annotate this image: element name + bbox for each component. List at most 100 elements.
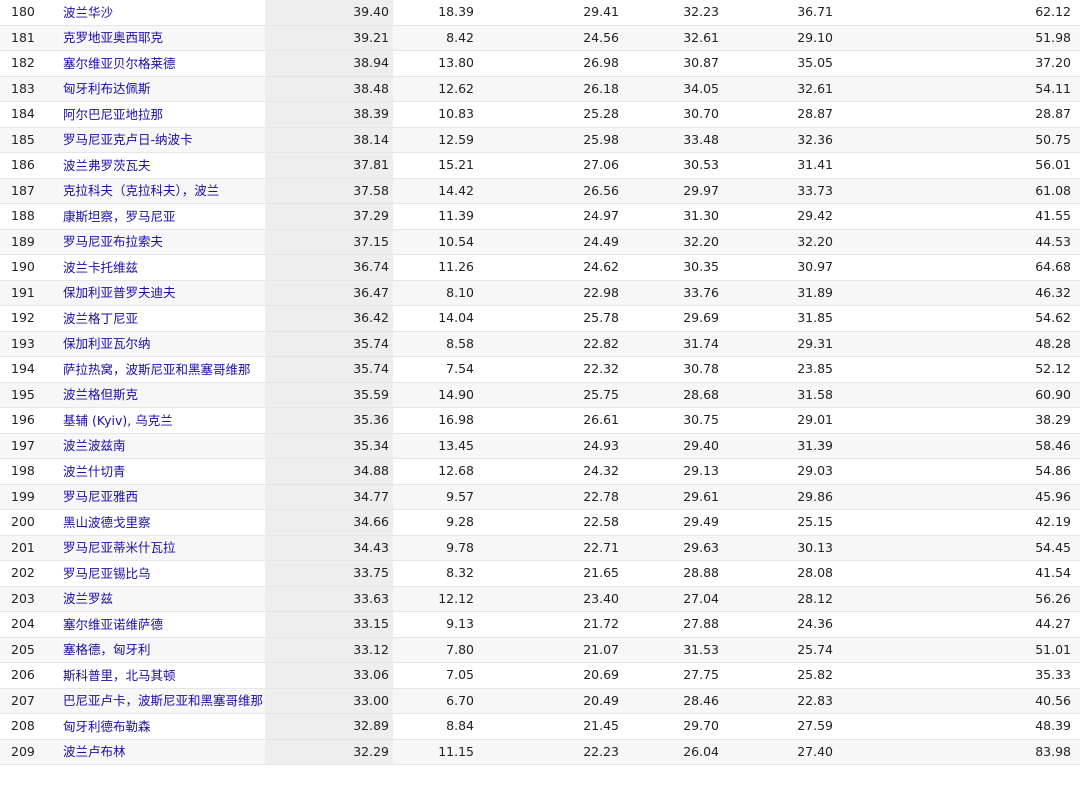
last-index-cell: 41.55: [833, 203, 1080, 230]
city-link[interactable]: 保加利亚普罗夫迪夫: [63, 285, 176, 300]
restaurant-index-cell: 31.53: [623, 637, 723, 663]
city-link[interactable]: 波兰弗罗茨瓦夫: [63, 158, 151, 173]
quality-of-life-index-cell: 35.59: [265, 382, 393, 408]
city-link[interactable]: 匈牙利德布勒森: [63, 719, 151, 734]
table-row: 199 罗马尼亚雅西 34.77 9.57 22.78 29.61 29.86 …: [0, 484, 1080, 510]
city-link[interactable]: 匈牙利布达佩斯: [63, 81, 151, 96]
city-link[interactable]: 波兰华沙: [63, 5, 113, 20]
city-link[interactable]: 波兰波兹南: [63, 438, 126, 453]
table-row: 183 匈牙利布达佩斯 38.48 12.62 26.18 34.05 32.6…: [0, 76, 1080, 102]
table-row: 201 罗马尼亚蒂米什瓦拉 34.43 9.78 22.71 29.63 30.…: [0, 535, 1080, 561]
table-row: 184 阿尔巴尼亚地拉那 38.39 10.83 25.28 30.70 28.…: [0, 101, 1080, 128]
rent-index-cell: 13.45: [393, 433, 478, 459]
table-body: 180 波兰华沙 39.40 18.39 29.41 32.23 36.71 6…: [0, 0, 1080, 765]
city-cell: 匈牙利德布勒森: [55, 713, 265, 740]
last-index-cell: 40.56: [833, 688, 1080, 714]
rank-cell: 191: [0, 280, 55, 306]
city-link[interactable]: 黑山波德戈里察: [63, 515, 151, 530]
city-link[interactable]: 克罗地亚奥西耶克: [63, 30, 163, 45]
groceries-index-cell: 29.41: [478, 0, 623, 26]
table-row: 192 波兰格丁尼亚 36.42 14.04 25.78 29.69 31.85…: [0, 305, 1080, 332]
purchasing-index-cell: 29.86: [723, 484, 833, 510]
quality-of-life-index-cell: 35.74: [265, 331, 393, 357]
restaurant-index-cell: 30.70: [623, 101, 723, 128]
city-cell: 波兰格但斯克: [55, 382, 265, 408]
rank-cell: 200: [0, 509, 55, 536]
table-row: 190 波兰卡托维兹 36.74 11.26 24.62 30.35 30.97…: [0, 254, 1080, 281]
groceries-index-cell: 26.98: [478, 50, 623, 77]
city-link[interactable]: 保加利亚瓦尔纳: [63, 336, 151, 351]
city-link[interactable]: 罗马尼亚克卢日-纳波卡: [63, 132, 193, 147]
city-cell: 克罗地亚奥西耶克: [55, 25, 265, 51]
city-link[interactable]: 波兰罗兹: [63, 591, 113, 606]
city-link[interactable]: 波兰卢布林: [63, 744, 126, 759]
groceries-index-cell: 22.98: [478, 280, 623, 306]
rank-cell: 188: [0, 203, 55, 230]
city-link[interactable]: 罗马尼亚雅西: [63, 489, 138, 504]
table-row: 207 巴尼亚卢卡，波斯尼亚和黑塞哥维那 33.00 6.70 20.49 28…: [0, 688, 1080, 714]
city-cell: 保加利亚普罗夫迪夫: [55, 280, 265, 306]
last-index-cell: 48.28: [833, 331, 1080, 357]
rank-cell: 186: [0, 152, 55, 179]
groceries-index-cell: 20.49: [478, 688, 623, 714]
purchasing-index-cell: 29.10: [723, 25, 833, 51]
rent-index-cell: 16.98: [393, 407, 478, 434]
city-cell: 保加利亚瓦尔纳: [55, 331, 265, 357]
rent-index-cell: 6.70: [393, 688, 478, 714]
table-row: 197 波兰波兹南 35.34 13.45 24.93 29.40 31.39 …: [0, 433, 1080, 459]
groceries-index-cell: 25.75: [478, 382, 623, 408]
rank-cell: 180: [0, 0, 55, 26]
city-link[interactable]: 克拉科夫（克拉科夫），波兰: [63, 183, 219, 198]
rent-index-cell: 8.42: [393, 25, 478, 51]
city-link[interactable]: 波兰什切青: [63, 464, 126, 479]
quality-of-life-index-cell: 33.15: [265, 611, 393, 638]
table-row: 186 波兰弗罗茨瓦夫 37.81 15.21 27.06 30.53 31.4…: [0, 152, 1080, 179]
city-cell: 黑山波德戈里察: [55, 509, 265, 536]
city-link[interactable]: 塞格德，匈牙利: [63, 642, 151, 657]
rank-cell: 184: [0, 101, 55, 128]
last-index-cell: 56.26: [833, 586, 1080, 612]
city-link[interactable]: 罗马尼亚锡比乌: [63, 566, 151, 581]
city-link[interactable]: 阿尔巴尼亚地拉那: [63, 107, 163, 122]
table-row: 195 波兰格但斯克 35.59 14.90 25.75 28.68 31.58…: [0, 382, 1080, 408]
city-link[interactable]: 康斯坦察，罗马尼亚: [63, 209, 176, 224]
last-index-cell: 51.01: [833, 637, 1080, 663]
quality-of-life-index-cell: 34.66: [265, 509, 393, 536]
city-link[interactable]: 罗马尼亚蒂米什瓦拉: [63, 540, 176, 555]
city-link[interactable]: 巴尼亚卢卡，波斯尼亚和黑塞哥维那: [63, 693, 263, 708]
quality-of-life-index-cell: 34.43: [265, 535, 393, 561]
groceries-index-cell: 22.23: [478, 739, 623, 765]
purchasing-index-cell: 31.85: [723, 305, 833, 332]
purchasing-index-cell: 22.83: [723, 688, 833, 714]
rent-index-cell: 12.12: [393, 586, 478, 612]
restaurant-index-cell: 27.88: [623, 611, 723, 638]
table-row: 181 克罗地亚奥西耶克 39.21 8.42 24.56 32.61 29.1…: [0, 25, 1080, 51]
last-index-cell: 48.39: [833, 713, 1080, 740]
city-link[interactable]: 基辅 (Kyiv), 乌克兰: [63, 413, 173, 428]
city-index-table: 180 波兰华沙 39.40 18.39 29.41 32.23 36.71 6…: [0, 0, 1080, 765]
city-cell: 塞尔维亚贝尔格莱德: [55, 50, 265, 77]
groceries-index-cell: 22.71: [478, 535, 623, 561]
city-link[interactable]: 斯科普里，北马其顿: [63, 668, 176, 683]
city-link[interactable]: 罗马尼亚布拉索夫: [63, 234, 163, 249]
purchasing-index-cell: 36.71: [723, 0, 833, 26]
quality-of-life-index-cell: 33.63: [265, 586, 393, 612]
city-link[interactable]: 塞尔维亚诺维萨德: [63, 617, 163, 632]
last-index-cell: 50.75: [833, 127, 1080, 153]
quality-of-life-index-cell: 33.12: [265, 637, 393, 663]
rent-index-cell: 14.42: [393, 178, 478, 204]
restaurant-index-cell: 29.49: [623, 509, 723, 536]
city-link[interactable]: 塞尔维亚贝尔格莱德: [63, 56, 176, 71]
city-link[interactable]: 波兰格丁尼亚: [63, 311, 138, 326]
last-index-cell: 35.33: [833, 662, 1080, 689]
city-link[interactable]: 萨拉热窝，波斯尼亚和黑塞哥维那: [63, 362, 251, 377]
city-cell: 康斯坦察，罗马尼亚: [55, 203, 265, 230]
rank-cell: 209: [0, 739, 55, 765]
city-link[interactable]: 波兰格但斯克: [63, 387, 138, 402]
city-link[interactable]: 波兰卡托维兹: [63, 260, 138, 275]
table-row: 200 黑山波德戈里察 34.66 9.28 22.58 29.49 25.15…: [0, 509, 1080, 536]
city-cell: 波兰罗兹: [55, 586, 265, 612]
last-index-cell: 54.86: [833, 458, 1080, 485]
purchasing-index-cell: 23.85: [723, 356, 833, 383]
quality-of-life-index-cell: 39.40: [265, 0, 393, 26]
